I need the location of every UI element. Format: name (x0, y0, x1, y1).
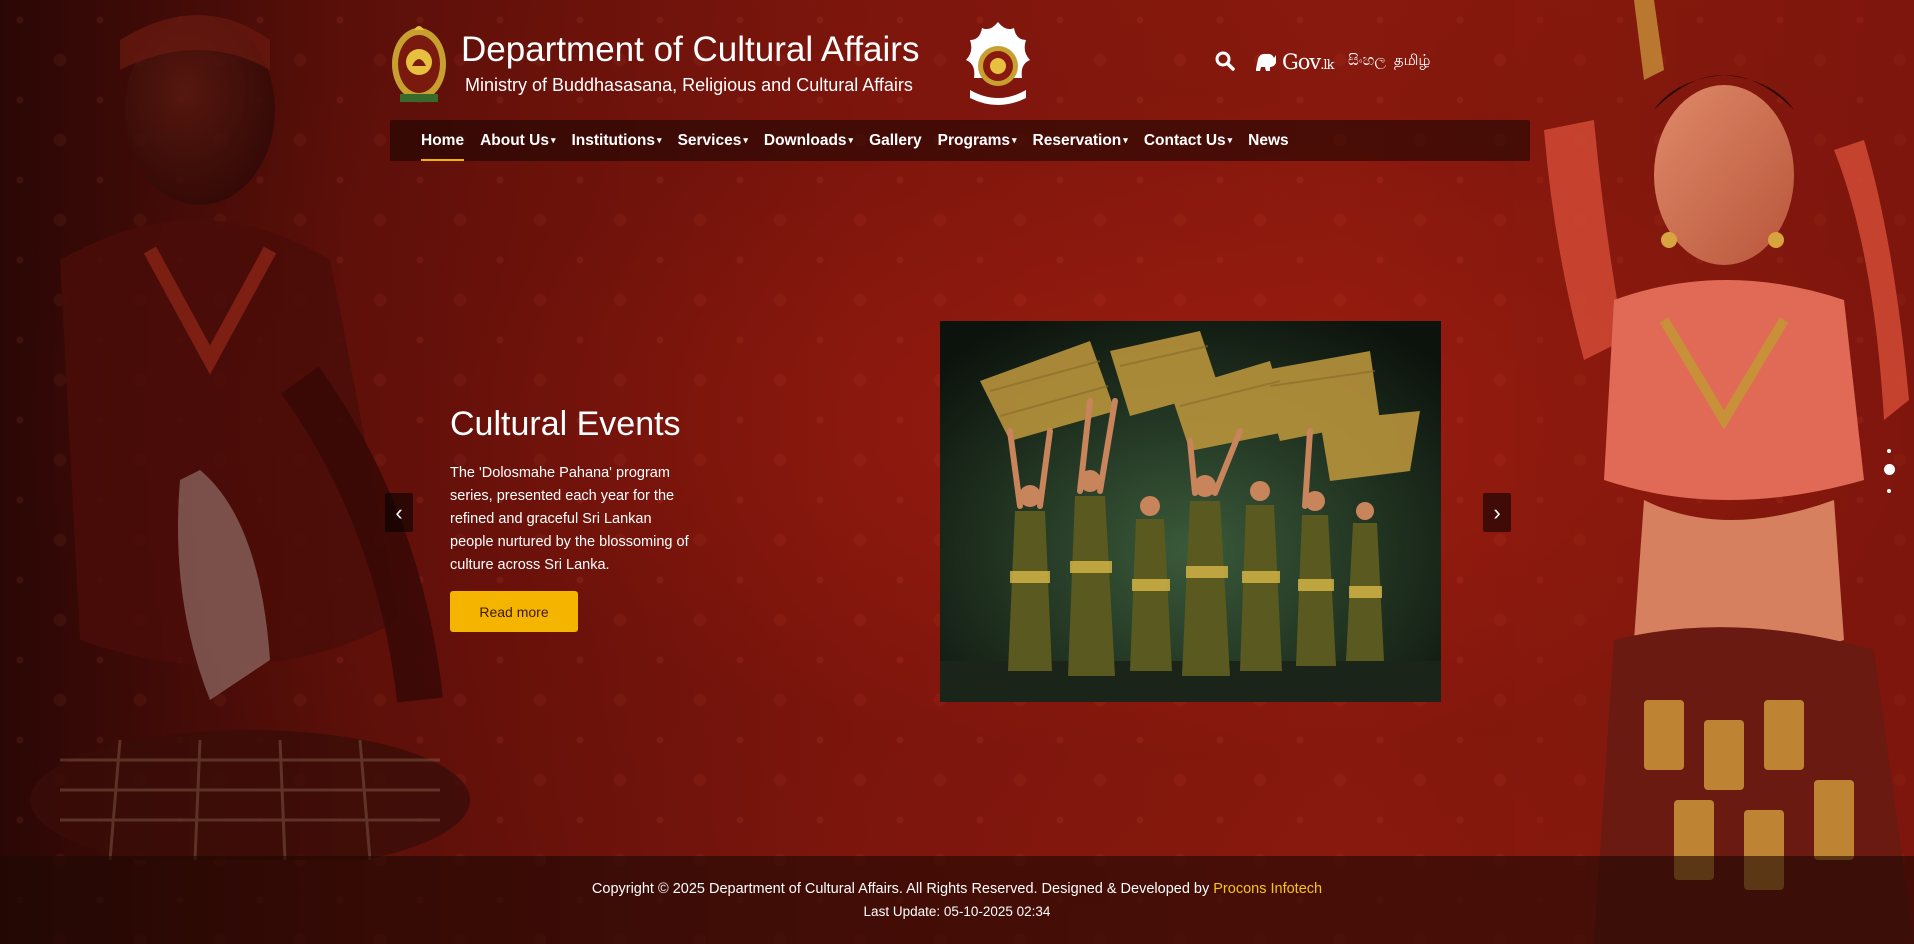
site-title: Department of Cultural Affairs (461, 30, 920, 69)
slider-dot[interactable] (1887, 449, 1891, 453)
slider-next-button[interactable]: › (1483, 493, 1511, 532)
caret-down-icon: ▾ (1012, 135, 1017, 145)
govlk-label: Gov (1282, 50, 1321, 74)
nav-item-news[interactable]: News (1248, 120, 1289, 161)
lang-sinhala-link[interactable]: සිංහල (1348, 51, 1386, 71)
nav-item-label: Programs (937, 132, 1011, 149)
nav-item-home[interactable]: Home (421, 120, 465, 161)
slide-title: Cultural Events (450, 405, 681, 443)
slider-dot-active[interactable] (1884, 464, 1895, 475)
search-icon[interactable] (1214, 50, 1236, 72)
nav-item-label: News (1248, 132, 1289, 149)
nav-item-contact-us[interactable]: Contact Us ▾ (1144, 120, 1232, 161)
nav-item-label: Downloads (763, 132, 847, 149)
site-header: Department of Cultural Affairs Ministry … (390, 18, 1530, 108)
nav-item-downloads[interactable]: Downloads ▾ (764, 120, 853, 161)
caret-down-icon: ▾ (848, 135, 854, 145)
sri-lanka-emblem-logo[interactable] (390, 20, 448, 104)
nav-item-label: Services (677, 132, 742, 149)
nav-item-about-us[interactable]: About Us ▾ (480, 120, 555, 161)
lion-icon (1256, 53, 1276, 71)
copyright-label: Copyright © 2025 Department of Cultural … (591, 881, 1210, 897)
slider-dot[interactable] (1887, 489, 1891, 493)
nav-item-label: Contact Us (1143, 132, 1226, 149)
caret-down-icon: ▾ (743, 135, 748, 145)
nav-item-institutions[interactable]: Institutions ▾ (572, 120, 662, 161)
slider-prev-button[interactable]: ‹ (385, 493, 413, 532)
slide-image-dancers (940, 321, 1441, 702)
slide-description: The 'Dolosmahe Pahana' program series, p… (450, 465, 689, 573)
govlk-suffix: .lk (1320, 58, 1334, 73)
caret-down-icon: ▾ (1227, 135, 1233, 145)
copyright-text: Copyright © 2025 Department of Cultural … (0, 881, 1914, 897)
nav-item-programs[interactable]: Programs ▾ (938, 120, 1017, 161)
main-nav: Home About Us ▾ Institutions ▾ Services ▾ D… (390, 120, 1530, 161)
nav-item-label: Home (421, 132, 465, 149)
caret-down-icon: ▾ (1123, 135, 1128, 145)
nav-item-label: Institutions (571, 132, 656, 149)
nav-item-reservation[interactable]: Reservation ▾ (1033, 120, 1128, 161)
language-switcher: සිංහල தமிழ் (1348, 51, 1430, 71)
caret-down-icon: ▾ (657, 135, 662, 145)
site-footer: Copyright © 2025 Department of Cultural … (0, 856, 1914, 944)
nav-item-services[interactable]: Services ▾ (678, 120, 748, 161)
govlk-link[interactable]: Gov.lk (1254, 48, 1334, 76)
caret-down-icon: ▾ (550, 135, 556, 145)
read-more-button[interactable]: Read more (450, 591, 578, 632)
dancer-background-image (1514, 0, 1914, 944)
developer-link[interactable]: Procons Infotech (1213, 881, 1322, 897)
last-update-text: Last Update: 05-10-2025 02:34 (863, 904, 1051, 919)
nav-item-label: Gallery (869, 132, 922, 149)
site-subtitle: Ministry of Buddhasasana, Religious and … (465, 75, 913, 95)
lang-tamil-link[interactable]: தமிழ் (1394, 51, 1431, 71)
slider-dots (1881, 446, 1899, 496)
ministry-logo[interactable] (962, 20, 1034, 106)
nav-item-label: About Us (480, 132, 549, 149)
nav-item-gallery[interactable]: Gallery (869, 120, 922, 161)
nav-item-label: Reservation (1032, 132, 1122, 149)
